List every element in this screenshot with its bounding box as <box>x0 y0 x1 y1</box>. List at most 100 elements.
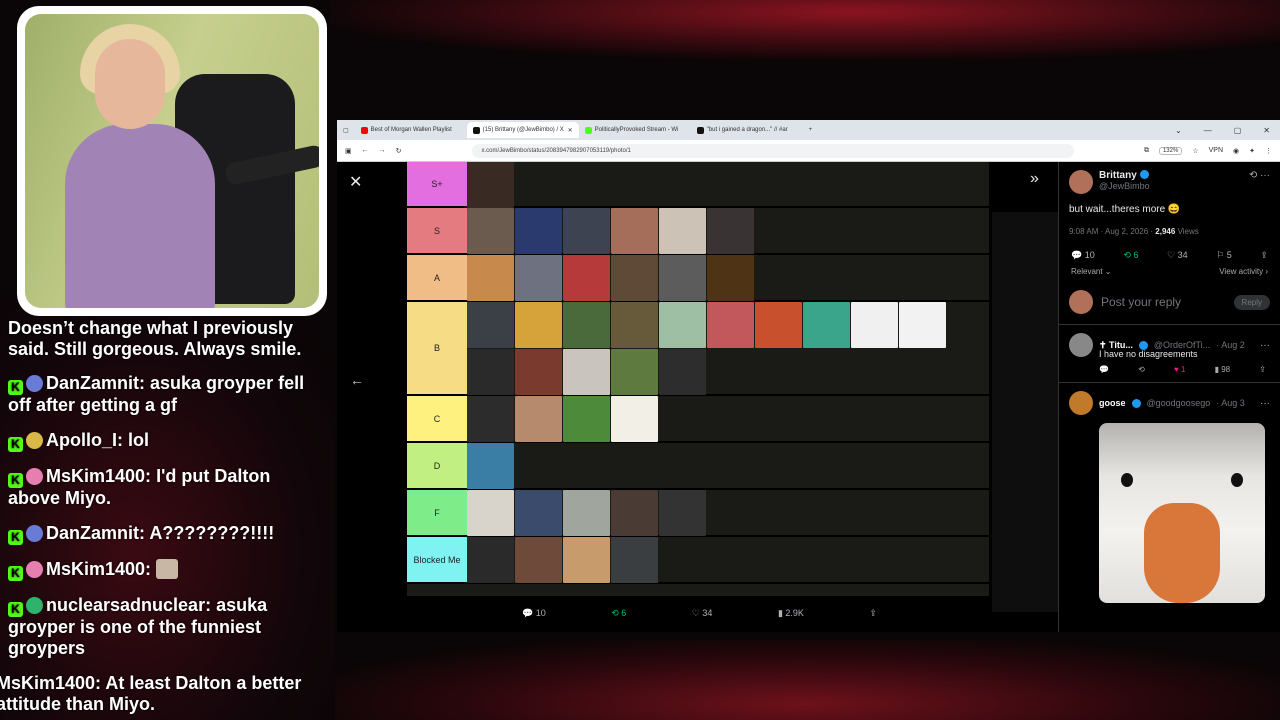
relevant-dropdown[interactable]: Relevant ⌄ <box>1071 267 1112 276</box>
kick-icon <box>584 126 592 134</box>
reply-date[interactable]: · Aug 2 <box>1216 340 1245 350</box>
tier-item-image <box>755 302 802 348</box>
goose-eye <box>1121 473 1133 487</box>
tier-items <box>467 162 989 208</box>
vpn-badge[interactable]: VPN <box>1209 147 1223 154</box>
minimize-icon[interactable]: — <box>1204 126 1212 135</box>
browser-tab[interactable]: "but i gained a dragon..." // #ar <box>691 122 803 138</box>
views-button[interactable]: ▮ 2.9K <box>778 608 804 619</box>
user-badge-icon <box>26 375 43 392</box>
repost-button[interactable]: ⟲ 6 <box>611 608 626 619</box>
grok-icon[interactable]: ⟲ ··· <box>1249 170 1270 194</box>
tiktok-icon <box>696 126 704 134</box>
repost-button[interactable]: ⟲ <box>1138 365 1145 374</box>
author-handle[interactable]: @JewBimbo <box>1099 181 1150 191</box>
tier-item-image <box>467 208 514 254</box>
like-button[interactable]: ♡ 34 <box>692 608 713 619</box>
reply-input[interactable]: Post your reply <box>1101 295 1181 309</box>
reload-icon[interactable]: ↻ <box>396 147 402 155</box>
url-field[interactable]: x.com/JewBimbo/status/208394798290705311… <box>471 143 1074 158</box>
reply-item[interactable]: goose @goodgoosego · Aug 3 ··· <box>1059 383 1280 611</box>
bookmark-button[interactable]: ⚐ 5 <box>1216 250 1232 261</box>
sidebar-icon[interactable]: ▣ <box>345 147 352 155</box>
avatar[interactable] <box>1069 391 1093 415</box>
tier-item-image <box>467 490 514 536</box>
extensions-icon[interactable]: ✦ <box>1249 147 1255 155</box>
reply-button[interactable]: 💬 <box>1099 365 1109 374</box>
webcam-frame <box>17 6 327 316</box>
browser-tab[interactable]: PoliticallyProvoked Stream - Wi <box>579 122 691 138</box>
goose-eye <box>1231 473 1243 487</box>
profile-icon[interactable]: ◉ <box>1233 147 1239 155</box>
reply-button[interactable]: 💬 10 <box>522 608 546 619</box>
cat-emote-icon <box>156 559 179 579</box>
browser-tab[interactable]: Best of Morgan Wallen Playlist <box>355 122 467 138</box>
avatar[interactable] <box>1069 170 1093 194</box>
reply-author[interactable]: goose <box>1099 398 1126 408</box>
goose-photo[interactable] <box>1099 423 1265 603</box>
close-window-icon[interactable]: ✕ <box>1263 126 1270 135</box>
window-controls: ⌄ — ▢ ✕ <box>1175 126 1280 135</box>
repost-button[interactable]: ⟲ 6 <box>1123 250 1138 261</box>
tier-item-image <box>563 349 610 395</box>
menu-icon[interactable]: ⋮ <box>1265 147 1272 155</box>
tier-item-image <box>467 396 514 442</box>
chat-text: A????????!!!! <box>149 523 275 543</box>
tier-item-image <box>467 302 514 348</box>
more-icon[interactable]: ··· <box>1260 398 1270 409</box>
like-button[interactable]: ♡ 34 <box>1167 250 1188 261</box>
x-photo-viewer: ✕ ← » S+ S A B C D F Blocked Me 💬 10 ⟲ 6 ♡ 34 ▮… <box>337 162 1280 632</box>
chat-username: MsKim1400: <box>46 466 152 486</box>
new-tab-icon[interactable]: + <box>803 127 819 133</box>
chat-message: K Apollo_I: lol <box>0 430 335 452</box>
close-icon[interactable]: ✕ <box>349 172 362 192</box>
tweet-header: Brittany @JewBimbo ⟲ ··· <box>1059 162 1280 194</box>
share-icon[interactable]: ⇪ <box>869 608 877 619</box>
tier-item-image <box>563 490 610 536</box>
tier-row: A <box>407 255 989 302</box>
share-icon[interactable]: ⇪ <box>1260 250 1268 261</box>
author-name[interactable]: Brittany <box>1099 170 1150 181</box>
forward-icon[interactable]: → <box>379 147 386 154</box>
tab-overview-icon[interactable]: ▢ <box>337 127 355 134</box>
collapse-panel-icon[interactable]: » <box>1030 170 1039 188</box>
chat-message: K MsKim1400: <box>0 559 335 581</box>
chat-message: K DanZamnit: A????????!!!! <box>0 523 335 545</box>
view-count: 98 <box>1221 365 1231 374</box>
share-icon[interactable]: ⇪ <box>1259 365 1266 374</box>
back-icon[interactable]: ← <box>362 147 369 154</box>
more-icon[interactable]: ··· <box>1260 340 1270 351</box>
tier-items <box>467 255 989 301</box>
user-badge-icon <box>26 525 43 542</box>
reply-button[interactable]: 💬 10 <box>1071 250 1095 261</box>
tweet-meta: 9:08 AM · Aug 2, 2026 · 2,946 Views <box>1059 215 1280 236</box>
tier-row: Blocked Me <box>407 537 989 584</box>
zoom-indicator[interactable]: 132% <box>1158 146 1183 155</box>
previous-photo-icon[interactable]: ← <box>350 372 364 388</box>
close-tab-icon[interactable]: ✕ <box>568 127 573 134</box>
avatar[interactable] <box>1069 333 1093 357</box>
like-button[interactable]: ♥ 1 <box>1174 365 1185 374</box>
tier-item-image <box>467 443 514 489</box>
views-button[interactable]: ▮ 98 <box>1215 365 1231 374</box>
user-badge-icon <box>26 561 43 578</box>
repost-count: 6 <box>621 608 627 618</box>
tier-items <box>467 208 989 254</box>
view-activity-link[interactable]: View activity › <box>1219 267 1268 276</box>
screenshot-icon[interactable]: ⧉ <box>1144 147 1149 155</box>
tier-item-image <box>611 349 658 395</box>
chat-message: Knuclearsadnuclear: asuka groyper is one… <box>0 595 335 659</box>
tab-label: PoliticallyProvoked Stream - Wi <box>594 127 679 133</box>
user-badge-icon <box>26 432 43 449</box>
youtube-icon <box>360 126 368 134</box>
reply-item[interactable]: ✝ Titu... @OrderOfTi... · Aug 2 ··· I ha… <box>1059 325 1280 383</box>
tab-search-icon[interactable]: ⌄ <box>1175 126 1182 135</box>
reply-handle[interactable]: @goodgoosego <box>1147 398 1211 408</box>
tweet-timestamp[interactable]: 9:08 AM · Aug 2, 2026 · <box>1069 227 1153 236</box>
reply-submit-button[interactable]: Reply <box>1233 294 1270 310</box>
reply-date[interactable]: · Aug 3 <box>1216 398 1245 408</box>
maximize-icon[interactable]: ▢ <box>1234 126 1242 135</box>
browser-tab-active[interactable]: (15) Brittany (@JewBimbo) / X ✕ <box>466 122 579 138</box>
bookmark-star-icon[interactable]: ☆ <box>1192 147 1198 155</box>
tier-row: S+ <box>407 162 989 208</box>
